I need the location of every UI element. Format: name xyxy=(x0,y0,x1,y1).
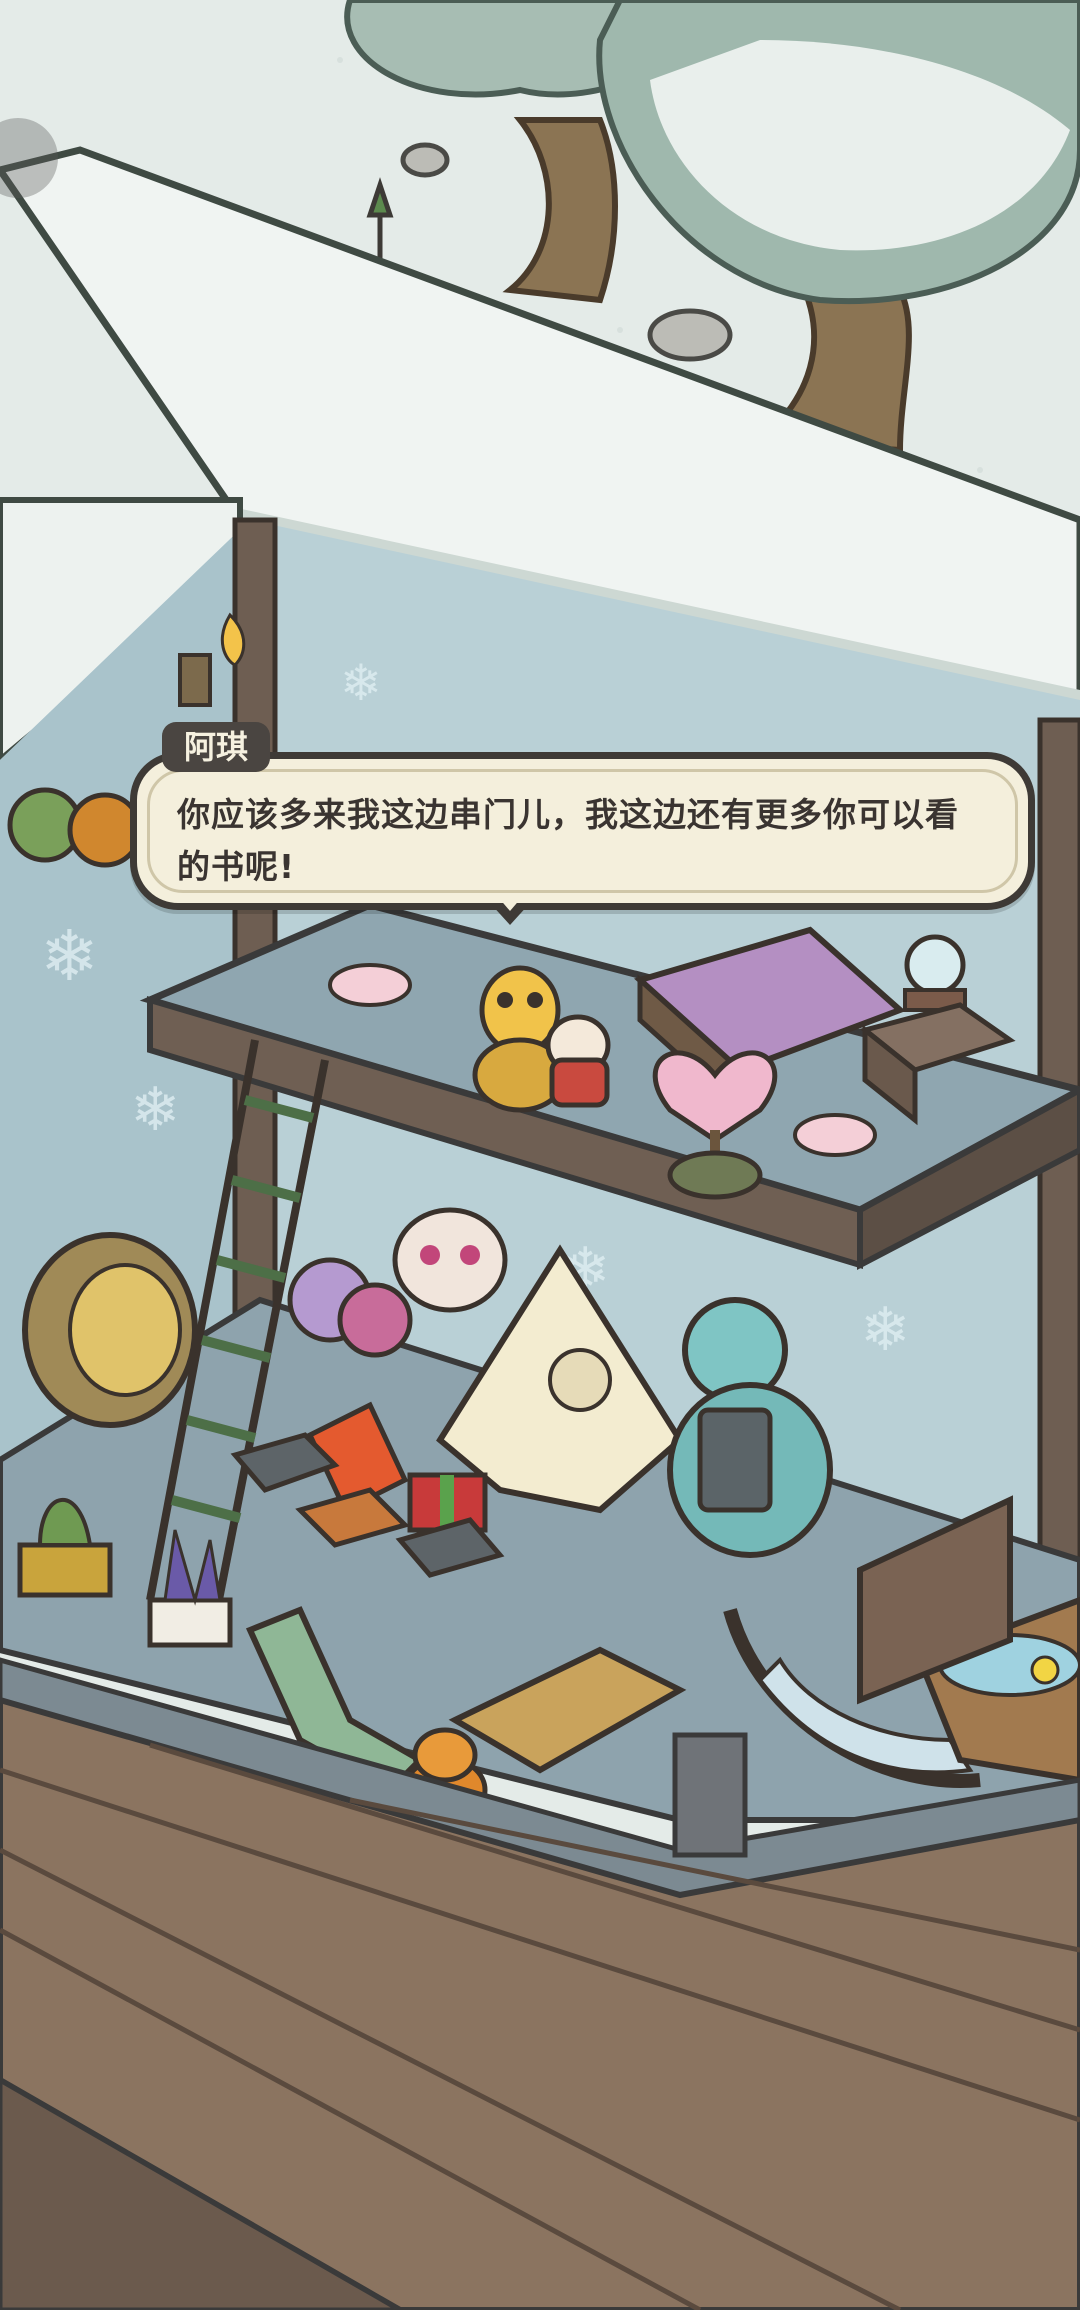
svg-text:❄: ❄ xyxy=(130,1075,180,1145)
game-scene: ❄ ❄ ❄ ❄ ❄ xyxy=(0,0,1080,2310)
dialog-box[interactable]: 你应该多来我这边串门儿，我这边还有更多你可以看的书呢! xyxy=(130,752,1035,910)
svg-text:❄: ❄ xyxy=(340,654,382,712)
dialog-tail xyxy=(490,897,530,925)
rock xyxy=(647,308,733,362)
svg-text:❄: ❄ xyxy=(860,1295,910,1365)
svg-text:❄: ❄ xyxy=(40,915,99,997)
snow-globe xyxy=(903,934,967,1012)
rock xyxy=(400,142,450,178)
dialog-text: 你应该多来我这边串门儿，我这边还有更多你可以看的书呢! xyxy=(177,795,959,886)
bunny-plush xyxy=(392,1207,508,1313)
egg-chair xyxy=(22,1232,198,1428)
speaker-name-tag: 阿琪 xyxy=(162,722,271,772)
bunny-character xyxy=(545,1014,611,1108)
